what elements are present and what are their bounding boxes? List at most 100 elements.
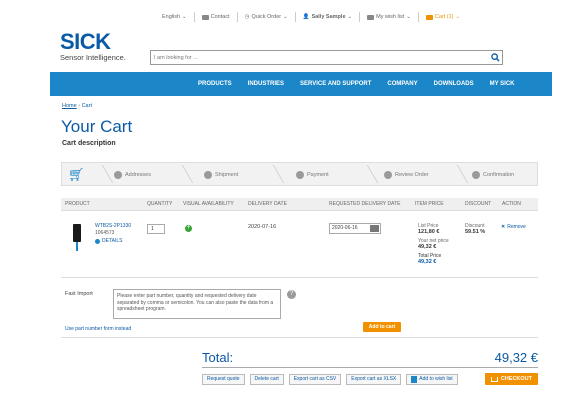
- step-dot-icon: [114, 171, 122, 179]
- step-divider: [353, 165, 379, 183]
- nav-item-products[interactable]: PRODUCTS: [190, 81, 240, 87]
- step-dot-icon: [296, 171, 304, 179]
- cart-icon: [425, 14, 433, 20]
- nav-item-downloads[interactable]: DOWNLOADS: [426, 81, 482, 87]
- step-dot-icon: [472, 171, 480, 179]
- item-price: List Price 121,80 € Your net price 49,32…: [418, 223, 449, 265]
- net-price: 49,32 €: [418, 244, 437, 250]
- total-value: 49,32 €: [494, 350, 538, 365]
- wishlist-icon: [367, 14, 375, 20]
- col-product: PRODUCT: [65, 201, 90, 207]
- step-review-order: Review Order: [384, 163, 429, 187]
- step-label: Addresses: [125, 172, 151, 178]
- breadcrumb: Home › Cart: [62, 103, 92, 109]
- breadcrumb-home[interactable]: Home: [62, 103, 77, 109]
- request-quote-button[interactable]: Request quote: [202, 373, 245, 385]
- top-utility-bar: English ⌄ Contact ◷ Quick Order ⌄ 👤 Sally Sa…: [155, 10, 467, 24]
- list-price: 121,80 €: [418, 229, 440, 235]
- nav-item-my-sick[interactable]: MY SICK: [482, 81, 523, 87]
- help-icon[interactable]: ?: [287, 290, 296, 299]
- close-icon: ✕: [501, 224, 506, 230]
- chevron-down-icon: ⌄: [182, 14, 187, 20]
- search-button[interactable]: [488, 51, 502, 64]
- col-requested-date: REQUESTED DELIVERY DATE: [329, 201, 401, 207]
- add-to-wishlist-button[interactable]: Add to wish list: [406, 373, 458, 385]
- step-divider: [443, 165, 469, 183]
- col-delivery-date: DELIVERY DATE: [248, 201, 287, 207]
- col-quantity: QUANTITY: [147, 201, 173, 207]
- wishlist-label: My wish list: [376, 14, 405, 20]
- discount: Discount 59.51 %: [465, 223, 485, 235]
- nav-item-industries[interactable]: INDUSTRIES: [240, 81, 292, 87]
- product-info: WTB2S-2P1330 1064573 DETAILS: [95, 223, 131, 245]
- info-icon: [95, 239, 100, 244]
- user-name: Sally Sample: [311, 14, 346, 20]
- step-payment: Payment: [296, 163, 329, 187]
- cart-table-header: PRODUCT QUANTITY VISUAL AVAILABILITY DEL…: [61, 198, 538, 211]
- chevron-down-icon: ⌄: [283, 14, 288, 20]
- chevron-down-icon: ⌄: [347, 14, 353, 20]
- product-image: [73, 224, 81, 251]
- details-link[interactable]: DETAILS: [95, 238, 131, 245]
- user-icon: 👤: [302, 14, 310, 20]
- contact-link[interactable]: Contact: [195, 14, 237, 20]
- mail-icon: [201, 14, 209, 20]
- step-divider: [259, 165, 285, 183]
- requested-date-value: 2020-06-16: [332, 225, 358, 231]
- step-divider: [88, 165, 114, 183]
- breadcrumb-separator: ›: [78, 103, 81, 109]
- clock-icon: ◷: [244, 14, 250, 20]
- add-to-cart-button[interactable]: Add to cart: [363, 322, 401, 332]
- user-menu[interactable]: 👤 Sally Sample ⌄: [296, 14, 359, 20]
- cart-description: Cart description: [62, 140, 116, 147]
- cart-actions: Request quote Delete cart Export cart as…: [202, 373, 538, 385]
- col-action: ACTION: [502, 201, 521, 207]
- total-price: 49,32 €: [418, 259, 437, 265]
- sick-logo[interactable]: SICK Sensor Intelligence.: [60, 29, 126, 63]
- requested-date-input[interactable]: 2020-06-16: [329, 223, 381, 234]
- remove-label: Remove: [507, 224, 526, 230]
- step-label: Shipment: [215, 172, 239, 178]
- step-shipment: Shipment: [204, 163, 238, 187]
- fast-import-section: Fast Import Please enter part number, qu…: [61, 282, 538, 338]
- step-dot-icon: [384, 171, 392, 179]
- fast-import-textarea[interactable]: Please enter part number, quantity and r…: [113, 289, 281, 319]
- quick-order-label: Quick Order: [251, 14, 282, 20]
- step-label: Confirmation: [483, 172, 515, 178]
- language-selector[interactable]: English ⌄: [155, 14, 194, 20]
- delete-cart-button[interactable]: Delete cart: [249, 373, 284, 385]
- product-id: 1064573: [95, 230, 115, 236]
- brand-tagline: Sensor Intelligence.: [60, 53, 126, 62]
- wishlist-link[interactable]: My wish list ⌄: [360, 14, 418, 20]
- quantity-input[interactable]: 1: [147, 224, 165, 234]
- col-availability: VISUAL AVAILABILITY: [183, 201, 234, 207]
- part-number-link[interactable]: WTB2S-2P1330: [95, 223, 131, 230]
- checkout-button[interactable]: CHECKOUT: [484, 373, 538, 385]
- calendar-icon[interactable]: [370, 225, 379, 232]
- brand-name: SICK: [60, 29, 111, 54]
- cart-link[interactable]: Cart (1) ⌄: [419, 14, 467, 20]
- step-divider: [168, 165, 194, 183]
- step-dot-icon: [204, 171, 212, 179]
- step-label: Review Order: [395, 172, 429, 178]
- step-confirmation: Confirmation: [472, 163, 514, 187]
- chevron-down-icon: ⌄: [455, 14, 461, 20]
- fast-import-label: Fast Import: [65, 291, 93, 297]
- search-icon: [490, 53, 500, 62]
- availability-icon: +: [185, 225, 192, 232]
- total-bar: Total: 49,32 €: [202, 348, 538, 368]
- step-label: Payment: [307, 172, 329, 178]
- step-addresses: Addresses: [114, 163, 151, 187]
- search-input[interactable]: [151, 54, 488, 61]
- nav-item-company[interactable]: COMPANY: [379, 81, 425, 87]
- language-label: English: [162, 14, 181, 20]
- export-csv-button[interactable]: Export cart as CSV: [288, 373, 342, 385]
- export-xlsx-button[interactable]: Export cart as XLSX: [346, 373, 402, 385]
- quick-order-menu[interactable]: ◷ Quick Order ⌄: [238, 14, 295, 20]
- wishlist-icon: [411, 375, 418, 383]
- nav-item-service-support[interactable]: SERVICE AND SUPPORT: [292, 81, 379, 87]
- part-number-form-link[interactable]: Use part number form instead: [65, 326, 131, 332]
- cart-icon: [490, 376, 498, 382]
- search-bar: [150, 50, 503, 65]
- remove-button[interactable]: ✕ Remove: [501, 224, 526, 230]
